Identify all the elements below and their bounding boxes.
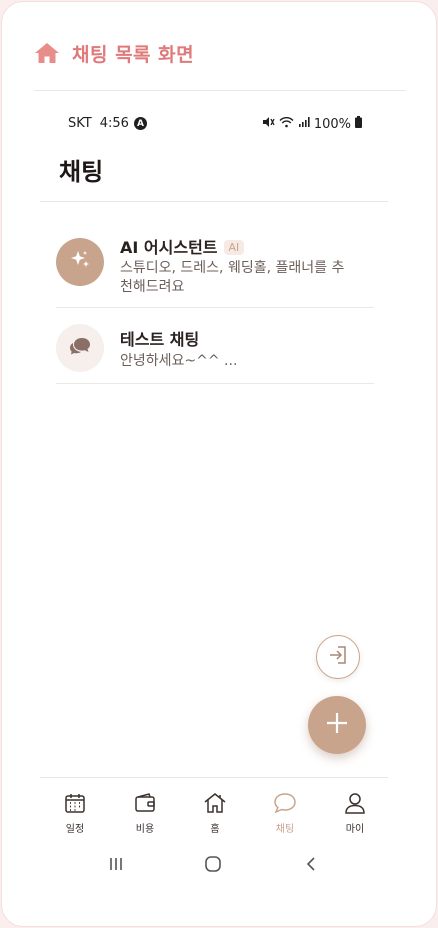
chat-preview: 안녕하세요~^^ ... [120,353,238,369]
chat-name-text: AI 어시스턴트 [120,238,218,257]
signal-icon [298,116,310,132]
ai-badge: AI [223,240,245,255]
wifi-icon [279,116,294,132]
chat-bubbles-icon [68,335,92,361]
user-icon [344,792,366,818]
app-frame: 채팅 목록 화면 SKT 4:56 A 100% 채팅 AI 어시스턴트 AI … [1,1,437,927]
tab-budget[interactable]: 비용 [110,792,180,838]
page-title: 채팅 목록 화면 [72,43,195,66]
ai-avatar [56,238,104,286]
battery-icon [355,116,362,132]
row-divider [56,307,374,308]
back-button[interactable] [296,852,326,880]
clock: 4:56 [99,116,129,131]
chat-name: 테스트 채팅 [120,330,200,349]
tab-label: 홈 [210,824,220,835]
chat-avatar [56,324,104,372]
tab-schedule[interactable]: 일정 [40,792,110,838]
home-circle-icon [204,855,222,877]
chat-preview: 스튜디오, 드레스, 웨딩홀, 플래너를 추천해드려요 [120,260,345,295]
screen-title: 채팅 [59,158,104,186]
chat-item-ai-assistant[interactable]: AI 어시스턴트 AI 스튜디오, 드레스, 웨딩홀, 플래너를 추천해드려요 [56,238,374,298]
carrier: SKT [68,116,92,131]
calendar-icon [64,792,86,818]
plus-icon [325,711,349,739]
page-header: 채팅 목록 화면 [34,38,194,68]
home-icon [203,792,227,818]
tab-my[interactable]: 마이 [320,792,390,838]
tab-label: 일정 [65,824,85,835]
tab-divider [40,777,388,778]
chat-item-test[interactable]: 테스트 채팅 안녕하세요~^^ ... [56,324,374,374]
tab-label: 비용 [135,824,155,835]
title-divider [40,201,388,202]
row-divider [56,383,374,384]
recent-apps-button[interactable] [101,852,131,880]
sparkles-icon [68,248,92,276]
chat-icon [273,792,297,818]
home-icon [34,41,60,65]
new-chat-button[interactable] [308,696,366,754]
tab-label: 마이 [345,824,365,835]
header-divider [34,90,406,91]
chat-name: AI 어시스턴트 AI [120,234,245,258]
mute-icon [262,116,275,132]
navigation-status-icon: A [133,117,147,130]
recent-apps-icon [108,856,124,876]
home-button[interactable] [198,852,228,880]
status-bar: SKT 4:56 A 100% [68,116,362,134]
tab-chat[interactable]: 채팅 [250,792,320,838]
wallet-icon [134,792,156,818]
login-icon [327,644,349,670]
tab-label: 채팅 [275,824,295,835]
back-icon [304,856,318,876]
system-navigation-bar [2,852,436,880]
join-chat-button[interactable] [316,635,360,679]
tab-home[interactable]: 홈 [180,792,250,838]
battery-level: 100% [313,116,351,132]
bottom-tab-bar: 일정 비용 홈 채팅 마이 [40,792,390,838]
